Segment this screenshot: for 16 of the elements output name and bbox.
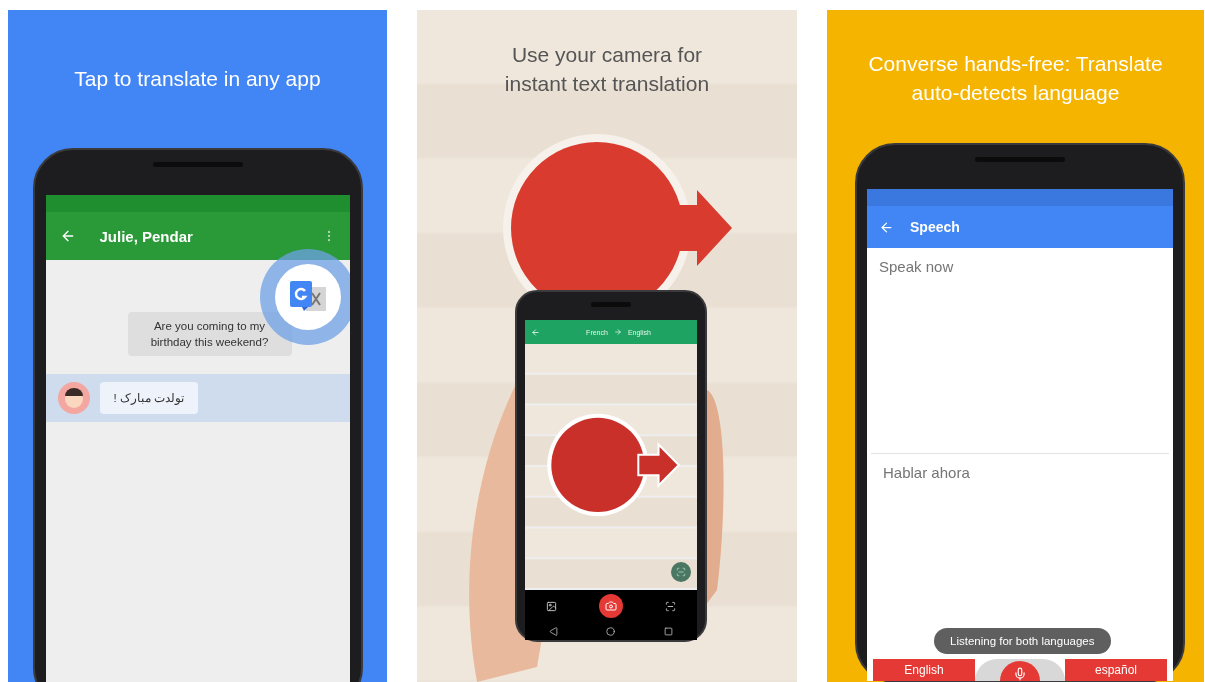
caption-text: Tap to translate in any app (74, 66, 321, 92)
microphone-button[interactable] (1000, 661, 1040, 681)
back-icon[interactable] (879, 219, 894, 235)
message-bubble: تولدت مبارک ! (99, 382, 199, 414)
microphone-icon (1013, 667, 1027, 681)
caption-text: Converse hands-free: Translate (868, 51, 1163, 77)
speech-prompt: Speak now (879, 258, 954, 275)
caption-text: auto-detects language (911, 80, 1120, 106)
message-bubble: Are you coming to my birthday this weekend? (127, 312, 292, 356)
chat-title: Julie, Pendar (99, 227, 193, 245)
speech-prompt: Hablar ahora (883, 464, 970, 481)
language-button[interactable]: English (873, 659, 975, 681)
toast: Listening for both languages (934, 628, 1111, 654)
language-button[interactable]: español (1065, 659, 1167, 681)
avatar-icon (57, 382, 90, 414)
screen-title: Speech (910, 219, 960, 235)
